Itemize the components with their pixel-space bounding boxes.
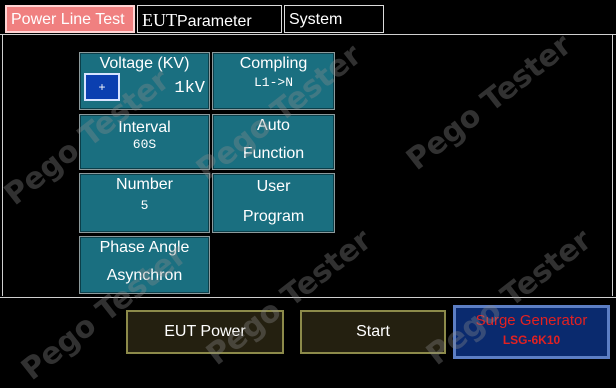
coupling-value: L1->N (253, 75, 293, 90)
generator-model: LSG-6K10 (502, 333, 561, 347)
user-program-tile[interactable]: User Program (212, 173, 335, 233)
auto-function-line1: Auto (257, 117, 290, 134)
surge-generator-badge: Surge Generator LSG-6K10 (453, 305, 610, 359)
frame-bottom-line (0, 297, 616, 298)
phase-angle-title: Phase Angle (99, 239, 190, 256)
interval-value: 60S (132, 137, 157, 152)
start-button[interactable]: Start (300, 310, 446, 354)
voltage-increase-button[interactable]: + (84, 73, 120, 101)
number-title: Number (116, 176, 173, 193)
coupling-tile[interactable]: Compling L1->N (212, 52, 335, 110)
user-program-line1: User (256, 178, 291, 195)
eut-power-button[interactable]: EUT Power (126, 310, 284, 354)
phase-angle-value: Asynchron (106, 267, 183, 284)
frame-top-line (0, 34, 616, 35)
phase-angle-tile[interactable]: Phase Angle Asynchron (79, 236, 210, 294)
voltage-value: 1kV (174, 79, 205, 98)
frame-right-line (612, 34, 613, 296)
voltage-title: Voltage (KV) (99, 55, 190, 72)
number-value: 5 (140, 198, 149, 213)
voltage-tile[interactable]: Voltage (KV) + 1kV (79, 52, 210, 110)
number-tile[interactable]: Number 5 (79, 173, 210, 233)
interval-title: Interval (118, 119, 171, 136)
auto-function-tile[interactable]: Auto Function (212, 114, 335, 170)
generator-title: Surge Generator (475, 312, 588, 329)
coupling-title: Compling (239, 55, 308, 72)
auto-function-line2: Function (242, 145, 305, 162)
tab-eut-suffix: Parameter (177, 13, 252, 30)
user-program-line2: Program (242, 208, 305, 225)
tab-power-line-test[interactable]: Power Line Test (5, 5, 135, 33)
watermark: Pego Tester (400, 27, 579, 178)
tab-eut-parameter[interactable]: EUTParameter (137, 5, 282, 33)
tab-system[interactable]: System (284, 5, 384, 33)
interval-tile[interactable]: Interval 60S (79, 114, 210, 170)
tab-eut-prefix: EUT (142, 10, 177, 30)
frame-left-line (2, 34, 3, 296)
